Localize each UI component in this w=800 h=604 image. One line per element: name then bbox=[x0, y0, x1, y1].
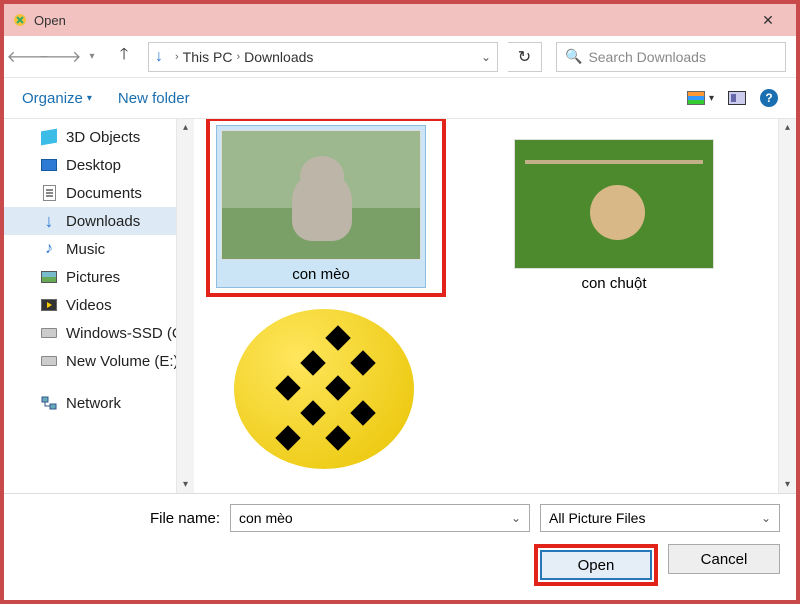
sidebar-item-pictures[interactable]: Pictures bbox=[4, 263, 194, 291]
breadcrumb-root[interactable]: This PC bbox=[183, 49, 233, 65]
close-button[interactable]: ✕ bbox=[748, 4, 788, 36]
drive-icon bbox=[40, 324, 58, 342]
sidebar-item-3dobjects[interactable]: 3D Objects bbox=[4, 123, 194, 151]
window-title: Open bbox=[34, 13, 66, 28]
chevron-down-icon[interactable]: ⌄ bbox=[511, 511, 521, 525]
footer: File name: con mèo ⌄ All Picture Files ⌄… bbox=[4, 493, 796, 600]
new-folder-button[interactable]: New folder bbox=[118, 90, 190, 107]
scroll-up-icon: ▴ bbox=[785, 122, 790, 133]
sidebar-item-drive-e[interactable]: New Volume (E:) bbox=[4, 347, 194, 375]
highlight-annotation: Open bbox=[534, 544, 658, 586]
organize-menu[interactable]: Organize ▾ bbox=[22, 90, 92, 107]
titlebar: Open ✕ bbox=[4, 4, 796, 36]
search-input[interactable]: 🔍 Search Downloads bbox=[556, 42, 786, 72]
main-area: 3D Objects Desktop Documents ↓Downloads … bbox=[4, 118, 796, 493]
cancel-button-label: Cancel bbox=[701, 551, 748, 568]
sidebar-item-network[interactable]: Network bbox=[4, 389, 194, 417]
sidebar-item-label: Videos bbox=[66, 297, 112, 314]
file-thumbnail bbox=[234, 309, 414, 469]
file-thumbnail bbox=[514, 139, 714, 269]
file-item[interactable]: con chuột bbox=[514, 139, 714, 292]
sidebar-item-label: Pictures bbox=[66, 269, 120, 286]
view-thumbnails-icon bbox=[687, 91, 705, 105]
sidebar-item-label: Desktop bbox=[66, 157, 121, 174]
sidebar-item-documents[interactable]: Documents bbox=[4, 179, 194, 207]
chevron-down-icon: ▾ bbox=[87, 93, 92, 104]
sidebar: 3D Objects Desktop Documents ↓Downloads … bbox=[4, 119, 194, 493]
filetype-filter[interactable]: All Picture Files ⌄ bbox=[540, 504, 780, 532]
search-icon: 🔍 bbox=[565, 48, 582, 65]
address-dropdown-icon[interactable]: ⌄ bbox=[481, 50, 491, 64]
open-button-label: Open bbox=[578, 557, 615, 574]
scroll-up-icon: ▴ bbox=[183, 122, 188, 133]
file-thumbnail bbox=[221, 130, 421, 260]
refresh-button[interactable]: ↻ bbox=[508, 42, 542, 72]
files-scrollbar[interactable]: ▴▾ bbox=[778, 119, 796, 493]
file-name-label: con mèo bbox=[292, 266, 350, 283]
open-dialog: Open ✕ 🡐 🡒 ▾ 🡑 ↓ › This PC › Downloads ⌄… bbox=[0, 0, 800, 604]
view-thumbnails-button[interactable]: ▾ bbox=[687, 91, 714, 105]
pictures-icon bbox=[40, 268, 58, 286]
sidebar-scrollbar[interactable]: ▴▾ bbox=[176, 119, 194, 493]
downloads-arrow-icon: ↓ bbox=[155, 48, 163, 66]
chevron-right-icon: › bbox=[175, 51, 179, 63]
search-placeholder: Search Downloads bbox=[588, 49, 706, 65]
file-name-label: con chuột bbox=[581, 275, 646, 292]
toolbar: Organize ▾ New folder ▾ ? bbox=[4, 78, 796, 118]
scroll-down-icon: ▾ bbox=[785, 479, 790, 490]
sidebar-item-videos[interactable]: Videos bbox=[4, 291, 194, 319]
chevron-down-icon[interactable]: ⌄ bbox=[761, 511, 771, 525]
sidebar-item-label: Network bbox=[66, 395, 121, 412]
preview-pane-button[interactable] bbox=[728, 91, 746, 105]
downloads-icon: ↓ bbox=[40, 212, 58, 230]
sidebar-item-label: Documents bbox=[66, 185, 142, 202]
file-item[interactable] bbox=[234, 309, 414, 469]
music-icon: ♪ bbox=[40, 240, 58, 258]
newfolder-label: New folder bbox=[118, 90, 190, 107]
desktop-icon bbox=[40, 156, 58, 174]
filename-value: con mèo bbox=[239, 510, 293, 526]
nav-bar: 🡐 🡒 ▾ 🡑 ↓ › This PC › Downloads ⌄ ↻ 🔍 Se… bbox=[4, 36, 796, 78]
sidebar-item-label: Windows-SSD (C bbox=[66, 325, 183, 342]
sidebar-item-label: New Volume (E:) bbox=[66, 353, 179, 370]
up-button[interactable]: 🡑 bbox=[110, 43, 138, 71]
sidebar-item-desktop[interactable]: Desktop bbox=[4, 151, 194, 179]
help-button[interactable]: ? bbox=[760, 89, 778, 107]
drive-icon bbox=[40, 352, 58, 370]
cancel-button[interactable]: Cancel bbox=[668, 544, 780, 574]
recent-dropdown[interactable]: ▾ bbox=[78, 43, 106, 71]
breadcrumb-folder[interactable]: Downloads bbox=[244, 49, 313, 65]
open-button[interactable]: Open bbox=[540, 550, 652, 580]
3dobjects-icon bbox=[40, 128, 58, 146]
sidebar-item-label: Music bbox=[66, 241, 105, 258]
videos-icon bbox=[40, 296, 58, 314]
filename-label: File name: bbox=[20, 510, 220, 527]
chevron-down-icon: ▾ bbox=[709, 93, 714, 104]
document-icon bbox=[40, 184, 58, 202]
app-icon bbox=[12, 12, 28, 28]
organize-label: Organize bbox=[22, 90, 83, 107]
address-bar[interactable]: ↓ › This PC › Downloads ⌄ bbox=[148, 42, 498, 72]
forward-button[interactable]: 🡒 bbox=[46, 43, 74, 71]
folder-tree: 3D Objects Desktop Documents ↓Downloads … bbox=[4, 119, 194, 493]
filter-label: All Picture Files bbox=[549, 510, 645, 526]
scroll-down-icon: ▾ bbox=[183, 479, 188, 490]
sidebar-item-label: Downloads bbox=[66, 213, 140, 230]
sidebar-item-music[interactable]: ♪ Music bbox=[4, 235, 194, 263]
chevron-right-icon: › bbox=[236, 51, 240, 63]
filename-input[interactable]: con mèo ⌄ bbox=[230, 504, 530, 532]
sidebar-item-label: 3D Objects bbox=[66, 129, 140, 146]
file-list[interactable]: con mèo con chuột ▴▾ bbox=[194, 119, 796, 493]
network-icon bbox=[40, 394, 58, 412]
sidebar-item-downloads[interactable]: ↓ Downloads bbox=[4, 207, 194, 235]
file-item-selected[interactable]: con mèo bbox=[216, 125, 426, 288]
sidebar-item-drive-c[interactable]: Windows-SSD (C bbox=[4, 319, 194, 347]
